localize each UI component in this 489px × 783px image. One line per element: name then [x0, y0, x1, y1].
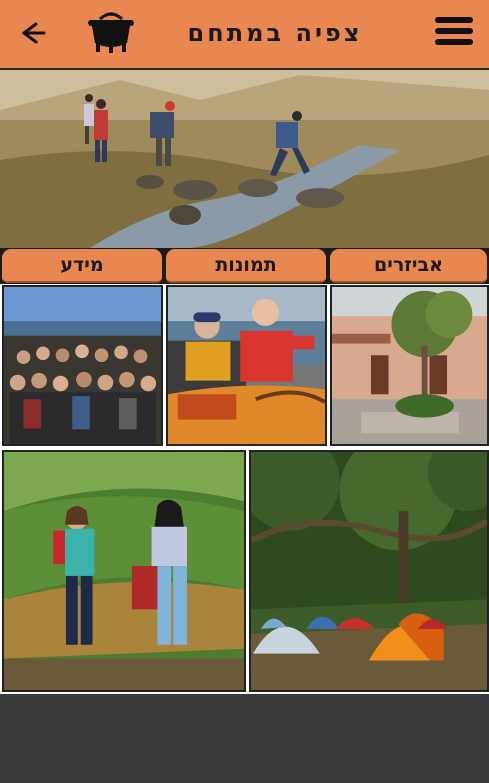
arrow-left-icon — [22, 22, 46, 44]
menu-bar-icon — [435, 39, 473, 45]
hamburger-menu-button[interactable] — [435, 17, 473, 49]
footer-bar — [0, 694, 489, 783]
page-title: צפיה במתחם — [187, 19, 363, 47]
photo-gallery — [0, 284, 489, 694]
tab-info[interactable]: מידע — [2, 249, 162, 283]
hero-image — [0, 70, 489, 248]
tab-photos[interactable]: תמונות — [166, 249, 326, 283]
gallery-photo-kayak[interactable] — [166, 285, 327, 446]
app-header: צפיה במתחם — [0, 0, 489, 70]
gallery-photo-group[interactable] — [2, 285, 163, 446]
back-button[interactable] — [14, 18, 50, 48]
gallery-photo-courtyard[interactable] — [330, 285, 489, 446]
gallery-photo-tents[interactable] — [249, 450, 489, 692]
cooking-pot-icon — [86, 9, 136, 55]
menu-bar-icon — [435, 17, 473, 23]
gallery-photo-hikers[interactable] — [2, 450, 246, 692]
tab-gear[interactable]: אביזרים — [330, 249, 487, 283]
menu-bar-icon — [435, 28, 473, 34]
tab-bar: מידע תמונות אביזרים — [0, 248, 489, 284]
